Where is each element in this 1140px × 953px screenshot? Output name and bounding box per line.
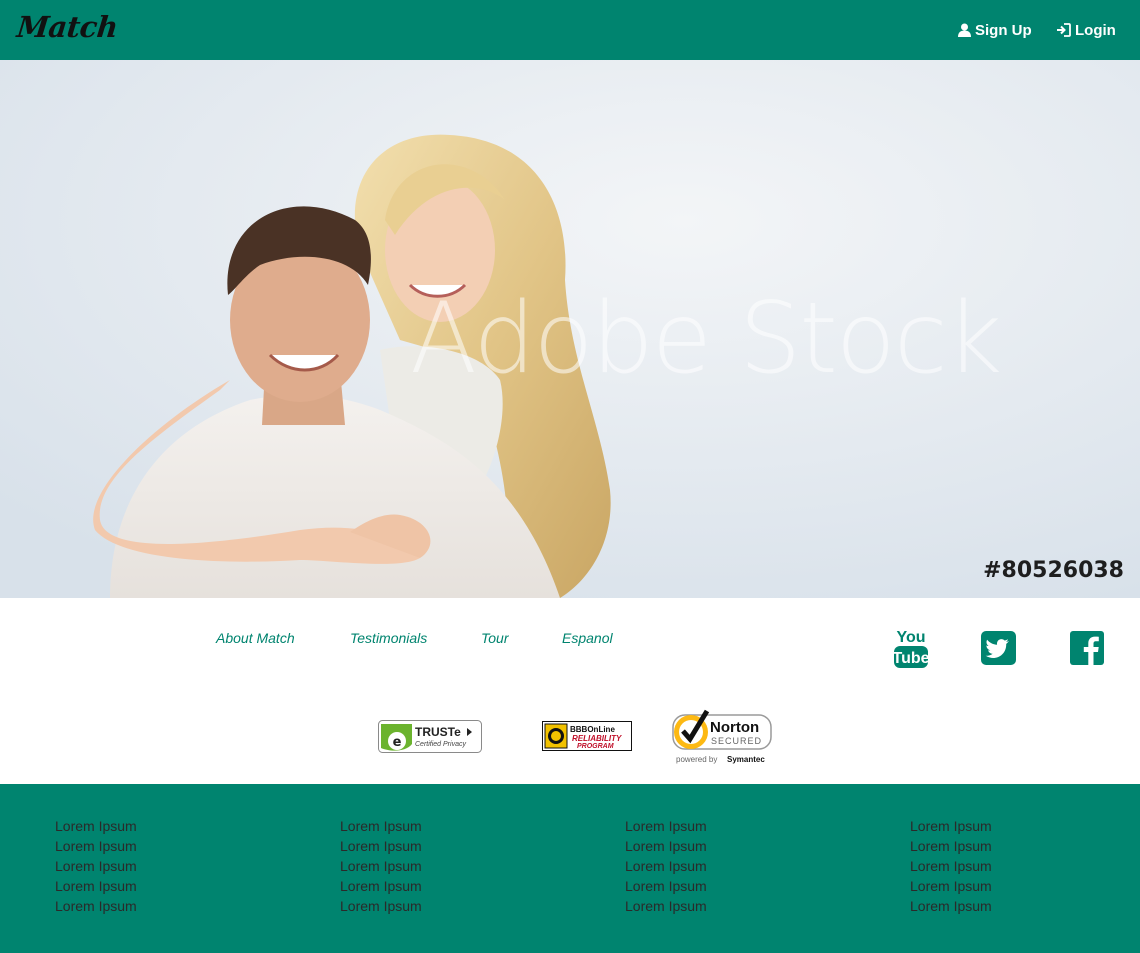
adobe-stock-watermark: Adobe Stock (410, 282, 1002, 396)
match-logo[interactable]: Match (15, 10, 119, 44)
footer-link[interactable]: Lorem Ipsum (340, 836, 540, 856)
sign-up-button[interactable]: Sign Up (958, 20, 1032, 40)
svg-text:Symantec: Symantec (727, 755, 765, 764)
svg-text:powered by: powered by (676, 755, 717, 764)
footer-link[interactable]: Lorem Ipsum (910, 836, 1110, 856)
top-navbar: Match Sign Up Login (0, 0, 1140, 60)
footer-link[interactable]: Lorem Ipsum (625, 816, 825, 836)
footer-link[interactable]: Lorem Ipsum (625, 876, 825, 896)
testimonials-link[interactable]: Testimonials (350, 630, 427, 646)
svg-text:Norton: Norton (710, 719, 759, 736)
sign-up-label: Sign Up (975, 21, 1032, 39)
footer-link[interactable]: Lorem Ipsum (340, 856, 540, 876)
norton-secured-badge[interactable]: Norton SECURED powered by Symantec (670, 708, 774, 771)
footer-link[interactable]: Lorem Ipsum (340, 816, 540, 836)
hero-image: Adobe Stock #80526038 (0, 60, 1140, 598)
stock-id: #80526038 (983, 558, 1124, 583)
footer-link[interactable]: Lorem Ipsum (910, 816, 1110, 836)
footer-nav: About Match Testimonials Tour Espanol (0, 630, 1140, 650)
user-icon (958, 23, 971, 37)
about-match-link[interactable]: About Match (216, 630, 295, 646)
twitter-icon[interactable] (981, 631, 1016, 670)
footer-link[interactable]: Lorem Ipsum (910, 896, 1110, 916)
bbb-online-badge[interactable]: BBBOnLine RELIABILITY PROGRAM (542, 721, 632, 756)
tour-link[interactable]: Tour (481, 630, 509, 646)
footer-link[interactable]: Lorem Ipsum (55, 896, 255, 916)
espanol-link[interactable]: Espanol (562, 630, 613, 646)
login-button[interactable]: Login (1056, 20, 1116, 40)
footer-link[interactable]: Lorem Ipsum (340, 896, 540, 916)
svg-text:PROGRAM: PROGRAM (577, 743, 614, 750)
footer-link[interactable]: Lorem Ipsum (340, 876, 540, 896)
svg-text:RELIABILITY: RELIABILITY (572, 734, 622, 743)
footer-column-1: Lorem Ipsum Lorem Ipsum Lorem Ipsum Lore… (55, 816, 255, 916)
facebook-icon[interactable] (1070, 631, 1104, 670)
footer-link[interactable]: Lorem Ipsum (910, 856, 1110, 876)
footer-link[interactable]: Lorem Ipsum (625, 896, 825, 916)
bottom-footer: Lorem Ipsum Lorem Ipsum Lorem Ipsum Lore… (0, 784, 1140, 953)
youtube-icon[interactable]: You Tube (892, 628, 930, 675)
footer-link[interactable]: Lorem Ipsum (55, 876, 255, 896)
svg-text:Certified Privacy: Certified Privacy (415, 741, 466, 748)
svg-text:You: You (896, 629, 925, 646)
footer-link[interactable]: Lorem Ipsum (910, 876, 1110, 896)
truste-badge[interactable]: e TRUSTe Certified Privacy (378, 720, 482, 758)
login-icon (1056, 23, 1071, 37)
svg-text:Tube: Tube (893, 650, 929, 667)
svg-text:e: e (393, 735, 402, 750)
login-label: Login (1075, 21, 1116, 39)
footer-link[interactable]: Lorem Ipsum (55, 856, 255, 876)
footer-link[interactable]: Lorem Ipsum (55, 816, 255, 836)
footer-link[interactable]: Lorem Ipsum (625, 836, 825, 856)
svg-text:TRUSTe: TRUSTe (415, 725, 461, 739)
footer-column-4: Lorem Ipsum Lorem Ipsum Lorem Ipsum Lore… (910, 816, 1110, 916)
footer-link[interactable]: Lorem Ipsum (625, 856, 825, 876)
footer-link[interactable]: Lorem Ipsum (55, 836, 255, 856)
footer-column-2: Lorem Ipsum Lorem Ipsum Lorem Ipsum Lore… (340, 816, 540, 916)
svg-text:BBBOnLine: BBBOnLine (570, 725, 615, 734)
svg-text:SECURED: SECURED (711, 736, 762, 746)
footer-column-3: Lorem Ipsum Lorem Ipsum Lorem Ipsum Lore… (625, 816, 825, 916)
